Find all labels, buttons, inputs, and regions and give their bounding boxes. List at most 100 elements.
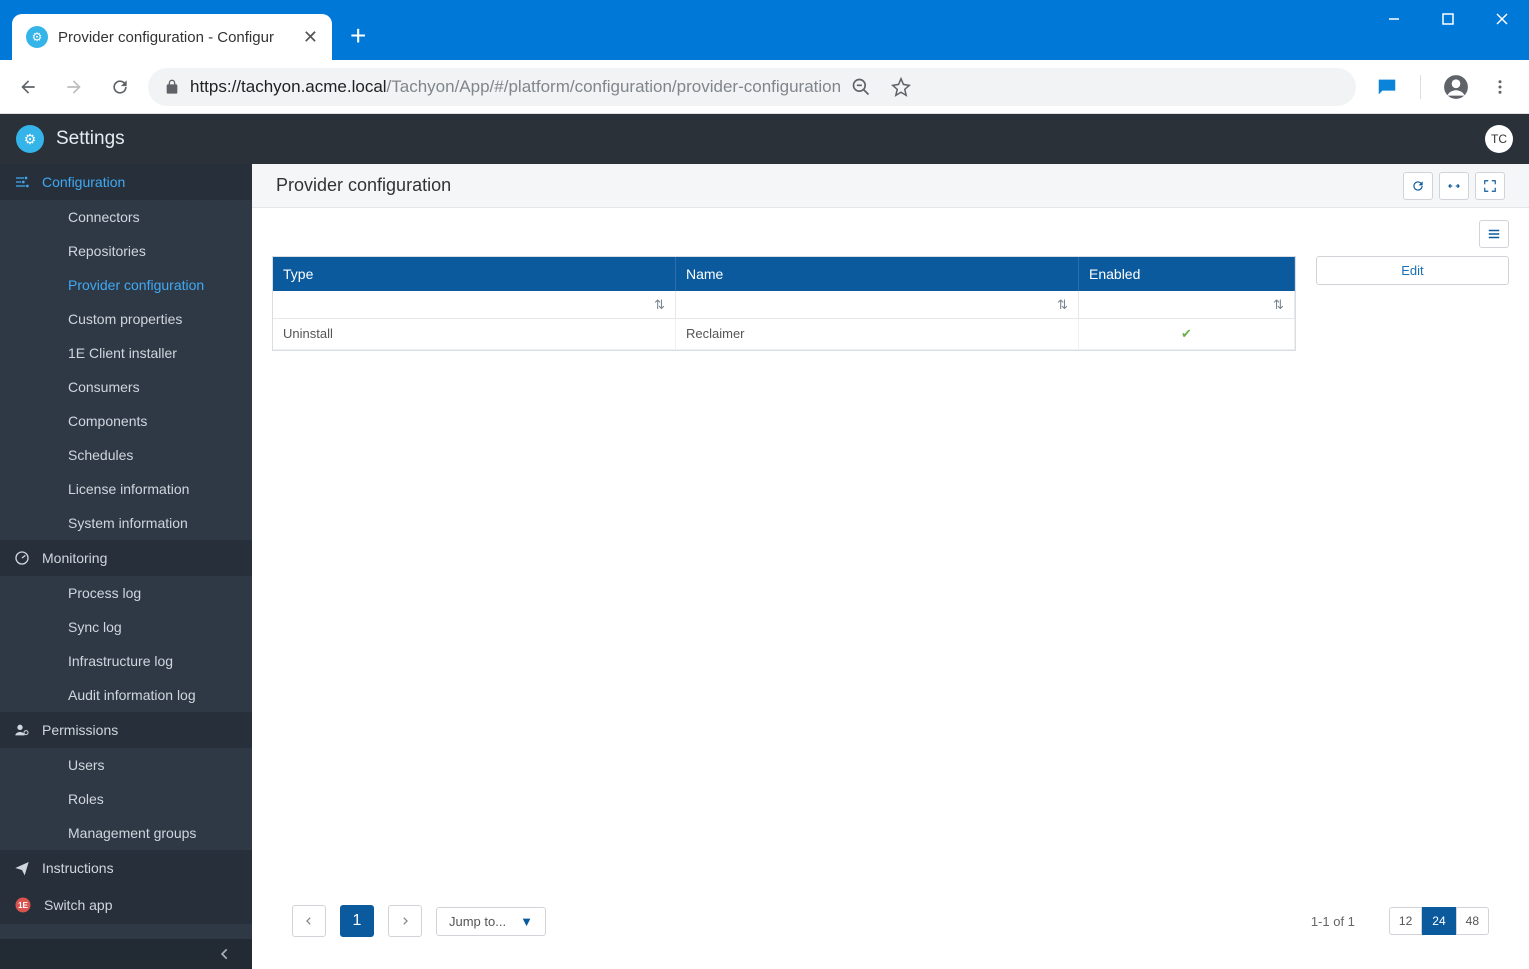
sidebar-item-audit-information-log[interactable]: Audit information log [0, 678, 252, 712]
sidebar-section-switch-app[interactable]: 1E Switch app [0, 886, 252, 924]
filter-input-type[interactable] [279, 295, 650, 314]
page-size-24[interactable]: 24 [1422, 907, 1455, 935]
page-size-12[interactable]: 12 [1389, 907, 1422, 935]
page-header: Provider configuration [252, 164, 1529, 208]
provider-table: Type Name Enabled ⇅ ⇅ ⇅ Uninstall Reclai… [272, 256, 1296, 351]
filter-input-name[interactable] [682, 295, 1053, 314]
column-header-enabled[interactable]: Enabled [1079, 257, 1295, 291]
page-size-group: 12 24 48 [1389, 907, 1489, 935]
page-size-48[interactable]: 48 [1456, 907, 1489, 935]
chevron-left-icon [218, 947, 232, 961]
tab-close-icon[interactable]: ✕ [303, 27, 318, 48]
collapse-columns-button[interactable] [1439, 172, 1469, 200]
sidebar-item-roles[interactable]: Roles [0, 782, 252, 816]
back-button[interactable] [10, 69, 46, 105]
sidebar-item-sync-log[interactable]: Sync log [0, 610, 252, 644]
column-header-type[interactable]: Type [273, 257, 676, 291]
table-row[interactable]: Uninstall Reclaimer ✔ [273, 319, 1295, 350]
tab-title: Provider configuration - Configur [58, 29, 293, 46]
sidebar-item-provider-configuration[interactable]: Provider configuration [0, 268, 252, 302]
refresh-button[interactable] [1403, 172, 1433, 200]
window-controls [1367, 0, 1529, 38]
url-text: https://tachyon.acme.local/Tachyon/App/#… [190, 77, 841, 97]
minimize-button[interactable] [1367, 0, 1421, 38]
table-menu-button[interactable] [1479, 220, 1509, 248]
table-filter-row: ⇅ ⇅ ⇅ [273, 291, 1295, 319]
sliders-icon [14, 174, 30, 190]
app-header: ⚙ Settings TC [0, 114, 1529, 164]
sidebar-item-license-information[interactable]: License information [0, 472, 252, 506]
reload-button[interactable] [102, 69, 138, 105]
main-content: Provider configuration Type [252, 164, 1529, 969]
sort-icon[interactable]: ⇅ [650, 297, 669, 313]
page-number-button[interactable]: 1 [340, 905, 374, 937]
page-title: Provider configuration [276, 175, 451, 196]
sidebar-collapse-button[interactable] [0, 939, 252, 969]
sidebar-section-label: Permissions [42, 722, 118, 738]
cell-name: Reclaimer [676, 319, 1079, 349]
sidebar-section-label: Instructions [42, 860, 114, 876]
bookmark-star-icon[interactable] [891, 77, 911, 97]
profile-icon[interactable] [1443, 74, 1469, 100]
sidebar-section-monitoring[interactable]: Monitoring [0, 540, 252, 576]
address-bar[interactable]: https://tachyon.acme.local/Tachyon/App/#… [148, 68, 1356, 106]
table-header-row: Type Name Enabled [273, 257, 1295, 291]
cell-type: Uninstall [273, 319, 676, 349]
browser-toolbar: https://tachyon.acme.local/Tachyon/App/#… [0, 60, 1529, 114]
sidebar-item-repositories[interactable]: Repositories [0, 234, 252, 268]
caret-down-icon: ▼ [520, 914, 533, 929]
lock-icon [164, 79, 180, 95]
sidebar-item-client-installer[interactable]: 1E Client installer [0, 336, 252, 370]
toolbar-divider [1420, 75, 1421, 99]
browser-tab[interactable]: ⚙ Provider configuration - Configur ✕ [12, 14, 332, 60]
sidebar-item-consumers[interactable]: Consumers [0, 370, 252, 404]
sidebar-section-configuration[interactable]: Configuration [0, 164, 252, 200]
zoom-icon[interactable] [851, 77, 871, 97]
tab-favicon-icon: ⚙ [26, 26, 48, 48]
browser-titlebar: ⚙ Provider configuration - Configur ✕ + [0, 0, 1529, 60]
user-avatar[interactable]: TC [1485, 125, 1513, 153]
fullscreen-button[interactable] [1475, 172, 1505, 200]
sidebar-item-custom-properties[interactable]: Custom properties [0, 302, 252, 336]
sidebar-section-permissions[interactable]: Permissions [0, 712, 252, 748]
kebab-menu-icon[interactable] [1491, 78, 1509, 96]
app-logo-icon: ⚙ [16, 125, 44, 153]
jump-to-label: Jump to... [449, 914, 506, 929]
close-window-button[interactable] [1475, 0, 1529, 38]
forward-button[interactable] [56, 69, 92, 105]
check-icon: ✔ [1181, 326, 1192, 341]
sidebar-item-schedules[interactable]: Schedules [0, 438, 252, 472]
jump-to-dropdown[interactable]: Jump to... ▼ [436, 907, 546, 936]
sidebar-section-label: Monitoring [42, 550, 107, 566]
column-header-name[interactable]: Name [676, 257, 1079, 291]
svg-text:1E: 1E [18, 901, 29, 910]
sidebar: Configuration Connectors Repositories Pr… [0, 164, 252, 969]
page-next-button[interactable] [388, 905, 422, 937]
sidebar-item-users[interactable]: Users [0, 748, 252, 782]
sidebar-item-connectors[interactable]: Connectors [0, 200, 252, 234]
sidebar-item-process-log[interactable]: Process log [0, 576, 252, 610]
edit-button[interactable]: Edit [1316, 256, 1509, 285]
page-prev-button[interactable] [292, 905, 326, 937]
user-cog-icon [14, 722, 30, 738]
switch-app-icon: 1E [14, 896, 32, 914]
sort-icon[interactable]: ⇅ [1269, 297, 1288, 313]
app-title: Settings [56, 128, 125, 150]
sidebar-section-label: Configuration [42, 174, 125, 190]
maximize-button[interactable] [1421, 0, 1475, 38]
sidebar-item-infrastructure-log[interactable]: Infrastructure log [0, 644, 252, 678]
sidebar-item-system-information[interactable]: System information [0, 506, 252, 540]
cell-enabled: ✔ [1079, 319, 1295, 349]
pagination: 1 Jump to... ▼ 1-1 of 1 12 24 48 [272, 889, 1509, 957]
new-tab-button[interactable]: + [350, 20, 366, 52]
paper-plane-icon [14, 860, 30, 876]
page-info: 1-1 of 1 [1311, 914, 1355, 929]
gauge-icon [14, 550, 30, 566]
filter-input-enabled[interactable] [1085, 295, 1269, 314]
sidebar-section-instructions[interactable]: Instructions [0, 850, 252, 886]
feedback-icon[interactable] [1376, 76, 1398, 98]
sidebar-item-management-groups[interactable]: Management groups [0, 816, 252, 850]
sort-icon[interactable]: ⇅ [1053, 297, 1072, 313]
side-actions: Edit [1316, 256, 1509, 285]
sidebar-item-components[interactable]: Components [0, 404, 252, 438]
